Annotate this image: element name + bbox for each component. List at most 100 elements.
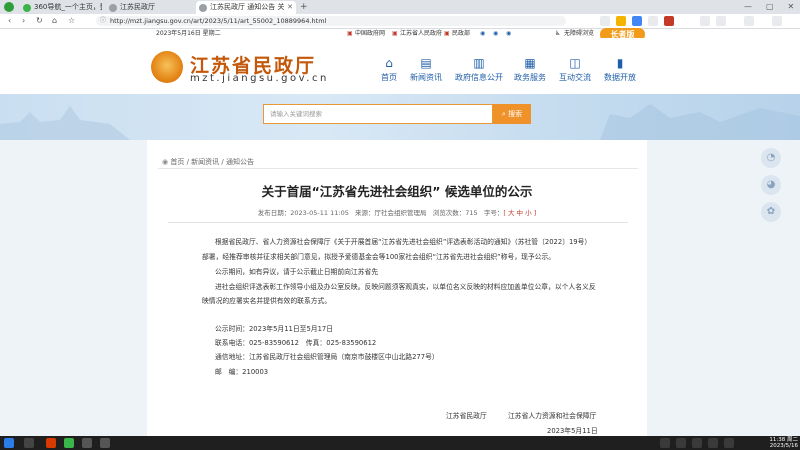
app-icon[interactable]: ◉ [506,29,511,38]
app-icon[interactable] [100,438,110,448]
reload-icon[interactable]: ↻ [36,14,43,28]
divider [158,168,638,169]
search-icon: ⌕ [501,110,506,118]
back-icon[interactable]: ‹ [8,14,11,28]
new-tab-button[interactable]: + [300,0,308,14]
article-meta: 发布日期：2023-05-11 11:05 来源：厅社会组织管理局 浏览次数：7… [147,207,647,217]
app-360-browser-icon[interactable] [64,438,74,448]
account-icon[interactable] [744,16,754,26]
window-controls[interactable]: —▢✕ [744,0,800,14]
tab-jiangsu-mzt[interactable]: 江苏民政厅 [106,1,194,14]
tab-label: 江苏民政厅 [120,3,155,11]
document-icon: ▥ [473,56,485,70]
home-icon[interactable]: ⌂ [52,14,57,28]
logo-emblem-icon[interactable] [151,51,183,83]
nav-gov-info[interactable]: ▥ 政府信息公开 [450,57,508,83]
location-pin-icon: ◉ [162,158,169,166]
menu-icon[interactable] [772,16,782,26]
notice-period: 公示时间：2023年5月11日至5月17日 [215,325,334,333]
weibo-icon[interactable]: ◉ [480,29,485,38]
divider [168,222,628,223]
signature-hrss: 江苏省人力资源和社会保障厅 [508,412,597,420]
breadcrumb-home[interactable]: 首页 [170,158,184,166]
clock-date: 2023/5/16 [769,443,798,449]
downloads-icon[interactable] [700,16,710,26]
current-date: 2023年5月16日 星期二 [156,30,221,37]
wechat-icon[interactable]: ◉ [493,29,498,38]
link-icon: ▣ [347,30,353,37]
link-icon: ▣ [444,30,450,37]
breadcrumb-news[interactable]: 新闻资讯 [191,158,219,166]
site-info-bar: 2023年5月16日 星期二 ▣ 中国政府网 ▣ 江苏省人民政府 ▣ 民政部 ◉… [0,29,800,38]
extension-icon[interactable] [648,16,658,26]
history-icon[interactable] [716,16,726,26]
nav-label: 政府信息公开 [455,73,503,82]
home-icon: ⌂ [385,56,393,70]
ime-icon[interactable] [724,438,734,448]
forward-icon[interactable]: › [22,14,25,28]
tray-icon[interactable] [676,438,686,448]
contact-address: 通信地址：江苏省民政厅社会组织管理局（南京市鼓楼区中山北路277号） [215,353,439,361]
paragraph-line: 部署，经推荐审核并征求相关部门意见，拟授予爱德基金会等100家社会组织“江苏省先… [202,253,556,261]
nav-open-data[interactable]: ▮ 数据开放 [594,57,646,83]
bar-chart-icon: ▮ [616,56,624,70]
wifi-icon[interactable] [692,438,702,448]
nav-label: 数据开放 [604,73,636,82]
search-button-label: 搜索 [508,110,523,118]
url-text: http://mzt.jiangsu.gov.cn/art/2023/5/11/… [110,17,327,25]
tab-label: 江苏民政厅 通知公告 关于首届... [210,3,284,11]
article-title: 关于首届“江苏省先进社会组织” 候选单位的公示 [261,184,533,199]
nav-label: 新闻资讯 [410,73,442,82]
nav-news[interactable]: ▤ 新闻资讯 [400,57,452,83]
nav-label: 互动交流 [559,73,591,82]
paragraph-line: 根据省民政厅、省人力资源社会保障厅《关于开展首届“江苏省先进社会组织”评选表彰活… [215,238,592,246]
tab-favicon [199,4,207,12]
system-clock[interactable]: 11:38 周二 2023/5/16 [752,437,798,449]
wechat-share-icon[interactable]: ◔ [761,148,781,168]
chat-icon: ◫ [569,56,581,70]
browser-tab-strip: 360导航_一个主页，整个世界 江苏民政厅 江苏民政厅 通知公告 关于首届...… [0,0,800,14]
breadcrumb: ◉ 首页 / 新闻资讯 / 通知公告 [162,157,254,167]
views-count: 715 [465,209,478,217]
search-placeholder: 请输入关键词搜索 [270,110,322,118]
tab-label: 360导航_一个主页，整个世界 [34,3,102,11]
qzone-share-icon[interactable]: ✿ [761,202,781,222]
extension-icon[interactable] [600,16,610,26]
browser-logo-icon[interactable] [4,2,14,12]
article-source: 来源：厅社会组织管理局 [355,209,427,217]
link-gov-cn[interactable]: 中国政府网 [355,29,385,38]
link-jiangsu-gov[interactable]: 江苏省人民政府 [400,29,442,38]
site-domain: mzt.jiangsu.gov.cn [190,73,329,84]
tray-icon[interactable] [660,438,670,448]
app-icon[interactable] [82,438,92,448]
paragraph-line: 公示期间，如有异议，请于公示截止日期前向江苏省先 [215,268,379,276]
accessibility-icon: ♿ [555,30,561,37]
paragraph-line: 映情况的应署实名并提供有效的联系方式。 [202,297,332,305]
url-input[interactable]: ⓘ http://mzt.jiangsu.gov.cn/art/2023/5/1… [96,16,566,26]
app-wps-icon[interactable] [46,438,56,448]
breadcrumb-notices[interactable]: 通知公告 [226,158,254,166]
link-icon: ▣ [392,30,398,37]
nav-label: 政务服务 [514,73,546,82]
search-icon[interactable] [24,438,34,448]
close-tab-icon[interactable]: ✕ [287,1,293,14]
extension-icon[interactable] [616,16,626,26]
font-size-options[interactable]: [ 大 中 小 ] [503,209,536,217]
services-icon: ▦ [524,56,536,70]
address-bar: ‹ › ↻ ⌂ ☆ ⓘ http://mzt.jiangsu.gov.cn/ar… [0,14,800,29]
tab-360-nav[interactable]: 360导航_一个主页，整个世界 [20,1,102,14]
volume-icon[interactable] [708,438,718,448]
extension-icon[interactable] [632,16,642,26]
tab-article[interactable]: 江苏民政厅 通知公告 关于首届... ✕ [196,1,296,14]
tab-favicon [23,4,31,12]
nav-label: 首页 [381,73,397,82]
tab-favicon [109,4,117,12]
extension-icon[interactable] [664,16,674,26]
link-mca[interactable]: 民政部 [452,29,470,38]
search-button[interactable]: ⌕ 搜索 [493,104,531,124]
start-icon[interactable] [4,438,14,448]
favorite-icon[interactable]: ☆ [68,14,75,28]
weibo-share-icon[interactable]: ◕ [761,175,781,195]
search-input[interactable]: 请输入关键词搜索 [263,104,493,124]
accessibility-link[interactable]: 无障碍浏览 [564,29,594,38]
